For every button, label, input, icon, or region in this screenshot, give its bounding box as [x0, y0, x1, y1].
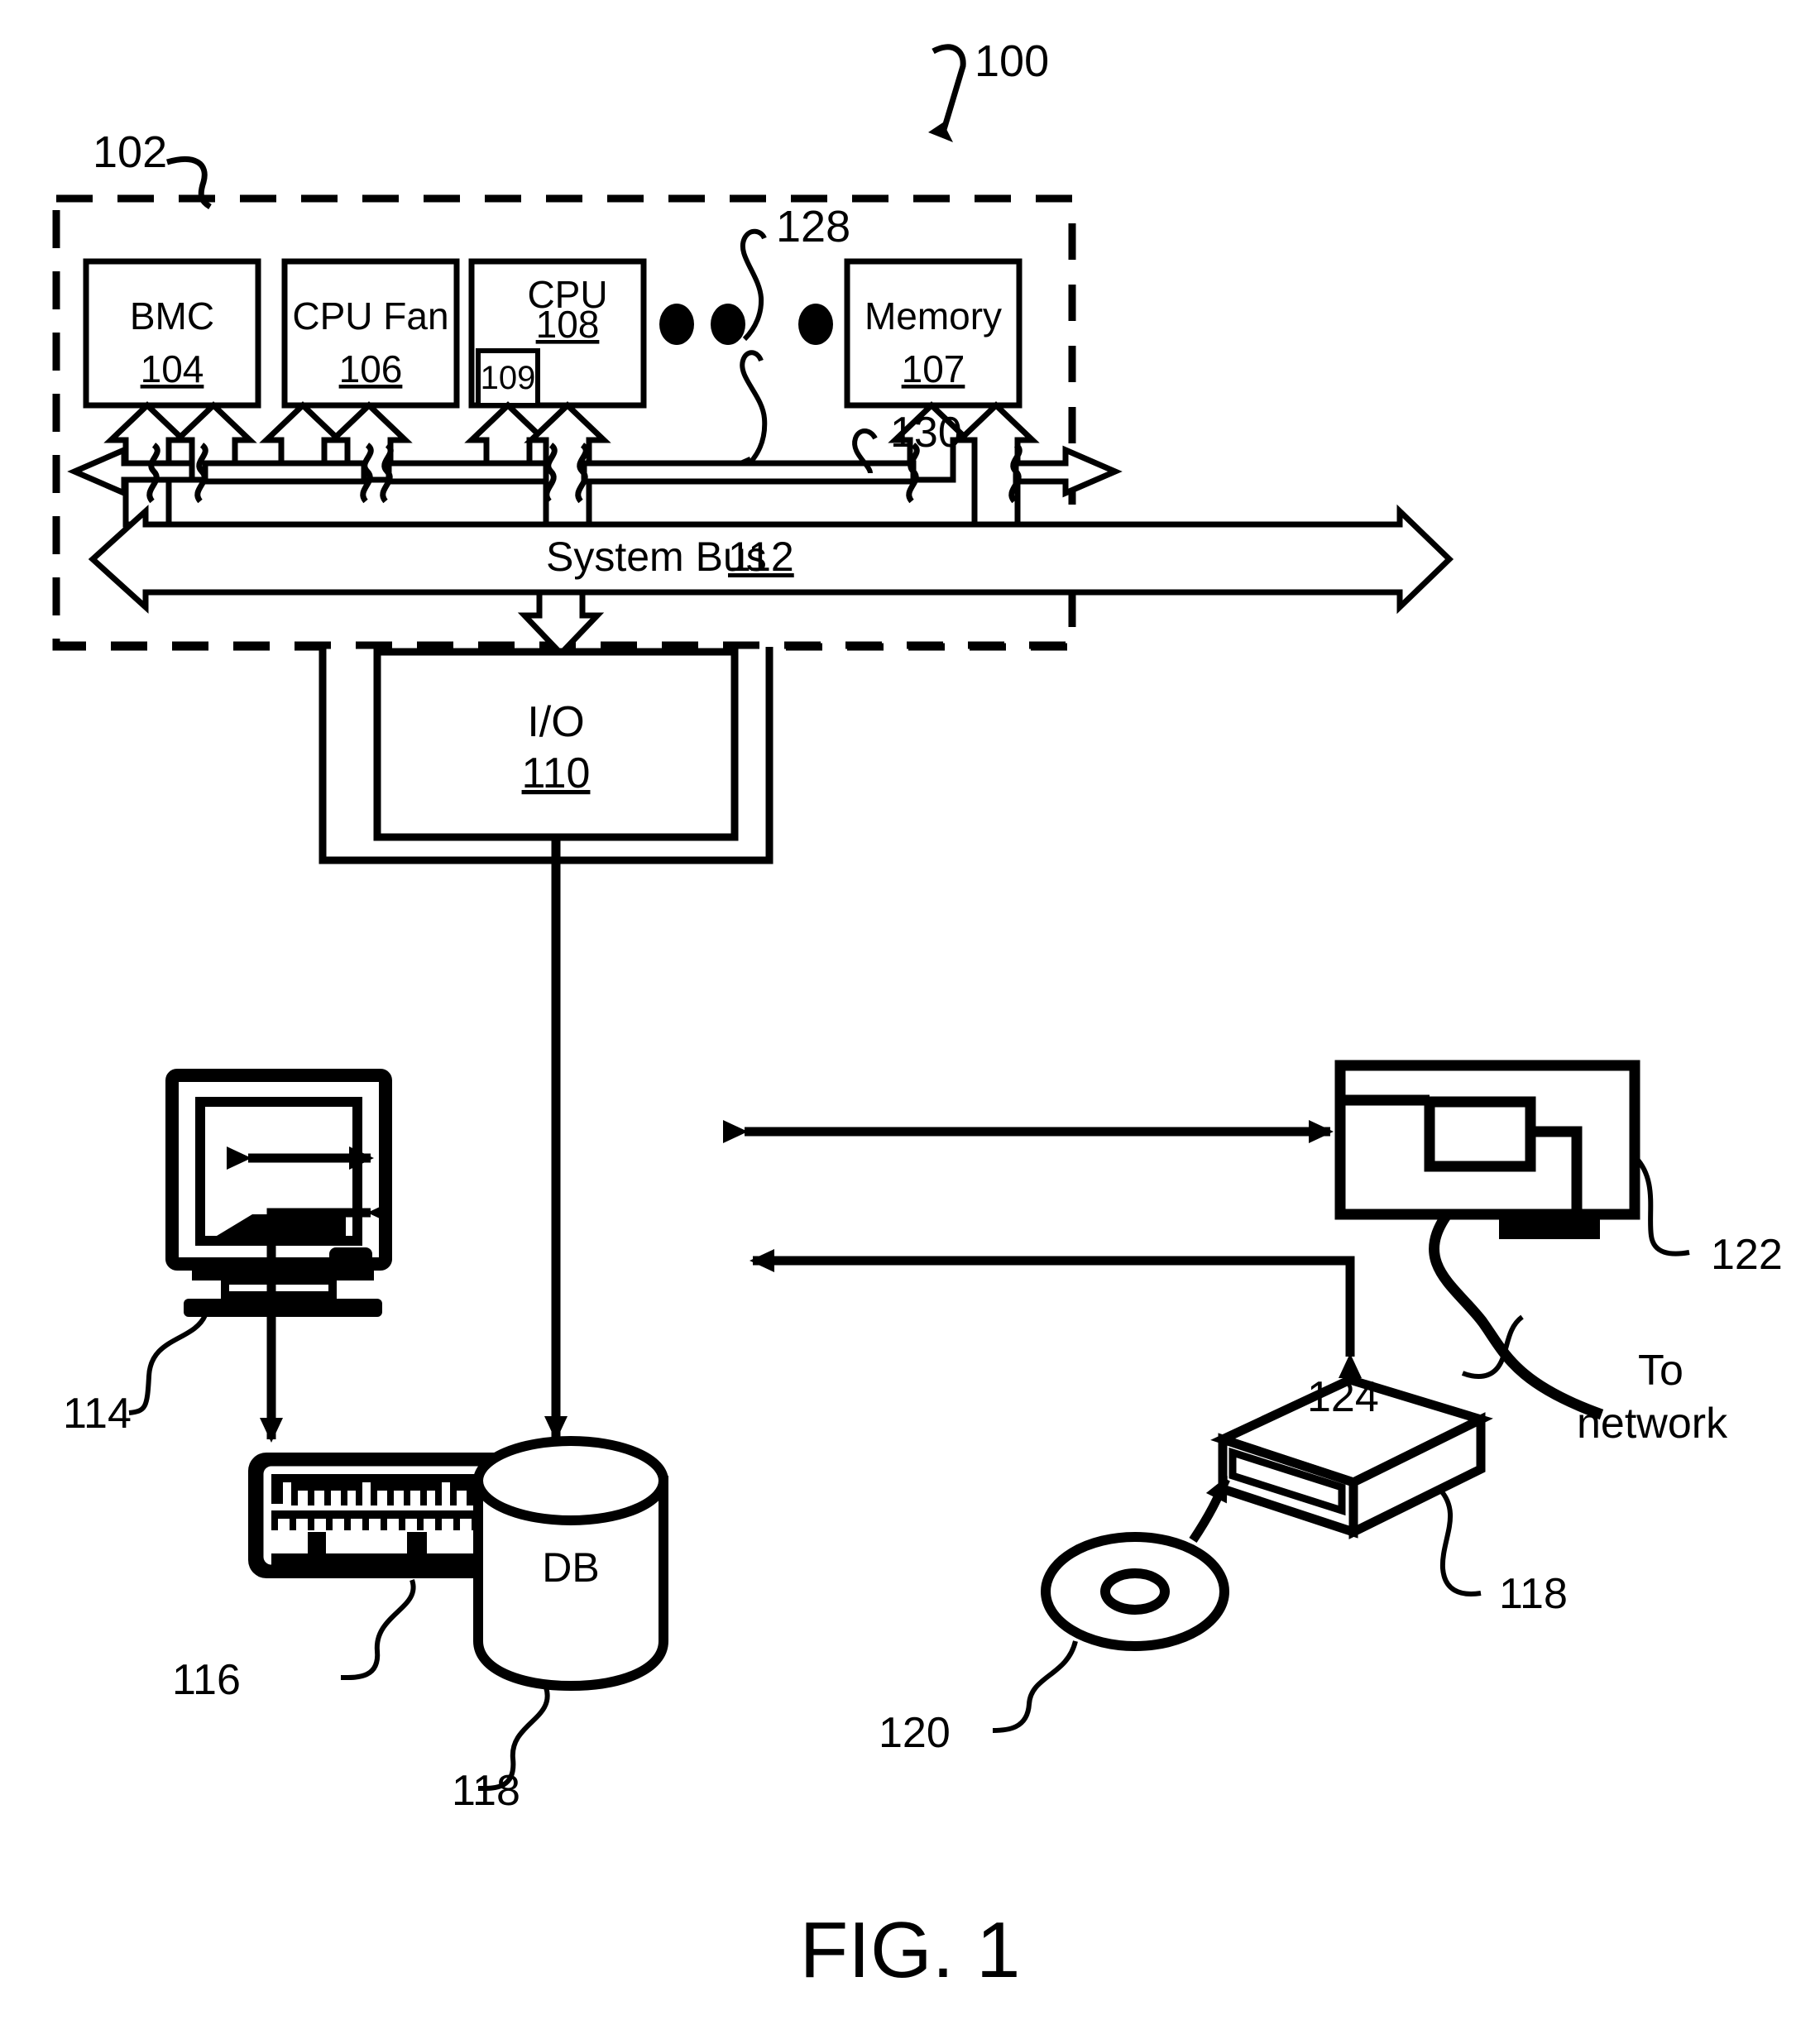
ref-114-label: 114: [63, 1390, 132, 1438]
ref-120-leader: [992, 1640, 1078, 1733]
ellipsis-dots-128: [659, 228, 833, 478]
device-optical-disc: [1041, 1532, 1229, 1651]
arrow-drive-to-io: [750, 1249, 1362, 1378]
ref-118db-label: 118: [452, 1767, 520, 1815]
block-bmc-title: BMC: [130, 294, 214, 337]
block-memory: Memory 107: [844, 258, 1023, 409]
link-bar-1: [202, 460, 367, 485]
ellipsis-dot-2: [711, 304, 745, 345]
block-memory-ref: 107: [902, 347, 965, 390]
device-database: DB: [473, 1436, 668, 1692]
block-io-outline: I/O 110: [373, 648, 739, 841]
arrow-bus-to-io: [517, 589, 605, 658]
device-database-label: DB: [542, 1544, 599, 1591]
ref-118drive-leader: [1437, 1486, 1482, 1596]
ref-128-label: 128: [776, 202, 850, 251]
network-cable-124: [1429, 1213, 1604, 1420]
ref-114-leader: [128, 1314, 208, 1415]
ref-120-label: 120: [879, 1709, 951, 1757]
arrow-bus-right-out: [1013, 445, 1123, 498]
block-bmc: BMC 104: [83, 258, 261, 409]
patent-figure-1: 100 102 BMC 104 CPU Fan 106 CPU 108 109 …: [0, 0, 1820, 2044]
block-cpu-register-ref: 109: [481, 360, 536, 396]
system-bus-112: System Bus 112: [88, 504, 1454, 615]
ref-100-leader: [928, 44, 966, 142]
block-io-title-2: I/O: [527, 698, 584, 746]
block-cpu: CPU 108 109: [468, 258, 647, 409]
device-monitor: [165, 1069, 392, 1317]
system-bus-ref: 112: [728, 534, 794, 580]
ref-124-label: 124: [1307, 1373, 1379, 1421]
ref-100-label: 100: [975, 36, 1049, 86]
figure-caption: FIG. 1: [800, 1906, 1021, 1994]
network-label-line1: To: [1638, 1347, 1684, 1395]
ref-118drive-label: 118: [1499, 1570, 1568, 1618]
ref-130-label: 130: [890, 409, 962, 457]
ref-122-label: 122: [1711, 1231, 1783, 1279]
ref-102-label: 102: [93, 127, 167, 177]
ref-116-leader: [340, 1579, 416, 1681]
block-cpu-fan: CPU Fan 106: [281, 258, 460, 409]
ellipsis-dot-1: [659, 304, 694, 345]
arrow-disc-to-drive: [1189, 1476, 1230, 1544]
block-cpu-ref: 108: [536, 303, 600, 346]
block-cpu-fan-ref: 106: [339, 347, 403, 390]
ref-122-leader: [1632, 1154, 1690, 1257]
link-bar-2: [386, 460, 549, 485]
ellipsis-dot-3: [798, 304, 833, 345]
ref-116-label: 116: [172, 1656, 241, 1704]
device-network-card: [1334, 1060, 1640, 1239]
block-bmc-ref: 104: [141, 347, 204, 390]
figure-canvas: 100 102 BMC 104 CPU Fan 106 CPU 108 109 …: [52, 36, 1783, 1994]
block-io-ref-2: 110: [522, 749, 591, 797]
block-cpu-fan-title: CPU Fan: [292, 294, 448, 337]
block-memory-title: Memory: [864, 294, 1002, 337]
network-label-line2: network: [1577, 1400, 1728, 1448]
